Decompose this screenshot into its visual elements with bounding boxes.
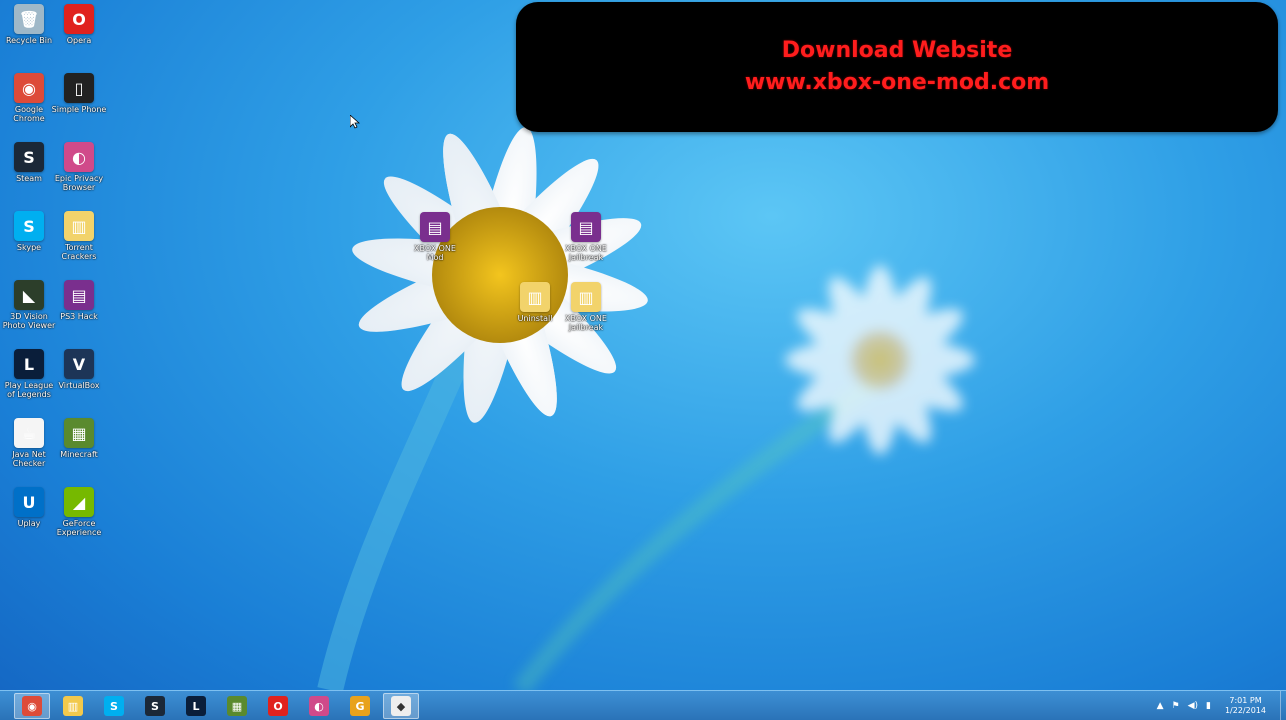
desktop-icon[interactable]: ▤ XBOX ONE Jailbreak	[558, 212, 614, 262]
skype-icon: S	[14, 211, 44, 241]
virtualbox-icon: V	[64, 349, 94, 379]
desktop-icon[interactable]: ◣ 3D Vision Photo Viewer	[1, 280, 57, 330]
recycle-bin-icon: 🗑	[14, 4, 44, 34]
desktop-icon-label: XBOX ONE Jailbreak	[565, 314, 607, 332]
desktop-icon-label: Opera	[66, 36, 92, 45]
desktop-icon[interactable]: ▤ PS3 Hack	[51, 280, 107, 321]
league-icon: L	[186, 696, 206, 716]
banner-title: Download Website	[781, 38, 1013, 63]
desktop-icon-label: Torrent Crackers	[61, 243, 97, 261]
download-banner: Download Website www.xbox-one-mod.com	[516, 2, 1278, 132]
taskbar-recorder-button[interactable]: ◆	[383, 693, 419, 719]
desktop-icon-label: Recycle Bin	[5, 36, 53, 45]
folder-icon: ▥	[571, 282, 601, 312]
steam-icon: S	[14, 142, 44, 172]
folder-icon: ▥	[63, 696, 83, 716]
java-icon: ☕	[14, 418, 44, 448]
system-tray: ▲ ⚑ ◀) ▮ 7:01 PM 1/22/2014	[1153, 691, 1286, 720]
desktop-icon-label: XBOX ONE Jailbreak	[565, 244, 607, 262]
volume-icon[interactable]: ◀)	[1188, 701, 1198, 711]
desktop-icon-label: Minecraft	[60, 450, 98, 459]
skype-icon: S	[104, 696, 124, 716]
epic-browser-icon: ◐	[64, 142, 94, 172]
taskbar-minecraft-button[interactable]: ▦	[219, 693, 255, 719]
desktop-icon-label: Uplay	[17, 519, 41, 528]
taskbar-epic-browser-button[interactable]: ◐	[301, 693, 337, 719]
desktop-icon-label: VirtualBox	[58, 381, 100, 390]
taskbar-skype-button[interactable]: S	[96, 693, 132, 719]
desktop-icon-label: Play League of Legends	[4, 381, 54, 399]
network-icon[interactable]: ▮	[1206, 701, 1211, 711]
desktop-icon-label: GeForce Experience	[56, 519, 102, 537]
desktop-icon[interactable]: S Steam	[1, 142, 57, 183]
tray-clock[interactable]: 7:01 PM 1/22/2014	[1225, 696, 1266, 716]
folder-icon: ▥	[520, 282, 550, 312]
desktop-icon[interactable]: ◐ Epic Privacy Browser	[51, 142, 107, 192]
mouse-cursor-icon	[350, 115, 360, 129]
desktop-icon-label: Java Net Checker	[12, 450, 46, 468]
banner-url: www.xbox-one-mod.com	[744, 70, 1050, 95]
opera-icon: O	[64, 4, 94, 34]
desktop-icon[interactable]: L Play League of Legends	[1, 349, 57, 399]
nvidia-icon: ◣	[14, 280, 44, 310]
geforce-icon: ◢	[64, 487, 94, 517]
desktop-icon[interactable]: V VirtualBox	[51, 349, 107, 390]
desktop-icon[interactable]: ◉ Google Chrome	[1, 73, 57, 123]
winrar-icon: ▤	[571, 212, 601, 242]
epic-browser-icon: ◐	[309, 696, 329, 716]
desktop-icon[interactable]: O Opera	[51, 4, 107, 45]
winrar-icon: ▤	[420, 212, 450, 242]
tray-overflow-icon[interactable]: ▲	[1157, 701, 1164, 711]
league-icon: L	[14, 349, 44, 379]
folder-icon: ▥	[64, 211, 94, 241]
desktop-icon[interactable]: ▦ Minecraft	[51, 418, 107, 459]
desktop-icon-label: Epic Privacy Browser	[54, 174, 104, 192]
desktop-icon[interactable]: ▥ Torrent Crackers	[51, 211, 107, 261]
desktop-icon-label: Simple Phone	[51, 105, 107, 114]
taskbar-gom-player-button[interactable]: G	[342, 693, 378, 719]
taskbar: ◉ ▥ S S L ▦ O ◐ G ◆ ▲ ⚑ ◀) ▮ 7:01 PM 1/22/2014	[0, 690, 1286, 720]
desktop-icon[interactable]: ◢ GeForce Experience	[51, 487, 107, 537]
desktop-icon[interactable]: ▤ XBOX ONE Mod	[407, 212, 463, 262]
recorder-icon: ◆	[391, 696, 411, 716]
desktop-icon-label: Skype	[16, 243, 42, 252]
desktop-icon-label: Steam	[16, 174, 42, 183]
tray-time: 7:01 PM	[1229, 696, 1262, 705]
desktop-icon[interactable]: U Uplay	[1, 487, 57, 528]
minecraft-icon: ▦	[64, 418, 94, 448]
show-desktop-button[interactable]	[1280, 691, 1286, 720]
phone-icon: ▯	[64, 73, 94, 103]
desktop-icon-label: XBOX ONE Mod	[414, 244, 456, 262]
desktop-icon-label: PS3 Hack	[60, 312, 98, 321]
desktop-icon-label: Google Chrome	[13, 105, 45, 123]
desktop-icon-label: Uninstall	[517, 314, 553, 323]
winrar-icon: ▤	[64, 280, 94, 310]
chrome-icon: ◉	[22, 696, 42, 716]
uplay-icon: U	[14, 487, 44, 517]
desktop-icon-label: 3D Vision Photo Viewer	[2, 312, 56, 330]
steam-icon: S	[145, 696, 165, 716]
desktop-icon[interactable]: ☕ Java Net Checker	[1, 418, 57, 468]
taskbar-opera-button[interactable]: O	[260, 693, 296, 719]
minecraft-icon: ▦	[227, 696, 247, 716]
tray-date: 1/22/2014	[1224, 706, 1266, 715]
desktop-icon[interactable]: 🗑 Recycle Bin	[1, 4, 57, 45]
taskbar-league-button[interactable]: L	[178, 693, 214, 719]
taskbar-file-explorer-button[interactable]: ▥	[55, 693, 91, 719]
desktop-icon[interactable]: ▥ Uninstall	[507, 282, 563, 323]
taskbar-chrome-button[interactable]: ◉	[14, 693, 50, 719]
opera-icon: O	[268, 696, 288, 716]
chrome-icon: ◉	[14, 73, 44, 103]
flag-icon[interactable]: ⚑	[1172, 701, 1180, 711]
taskbar-steam-button[interactable]: S	[137, 693, 173, 719]
gom-icon: G	[350, 696, 370, 716]
desktop-icon[interactable]: ▥ XBOX ONE Jailbreak	[558, 282, 614, 332]
desktop-icon[interactable]: S Skype	[1, 211, 57, 252]
desktop-icon[interactable]: ▯ Simple Phone	[51, 73, 107, 114]
